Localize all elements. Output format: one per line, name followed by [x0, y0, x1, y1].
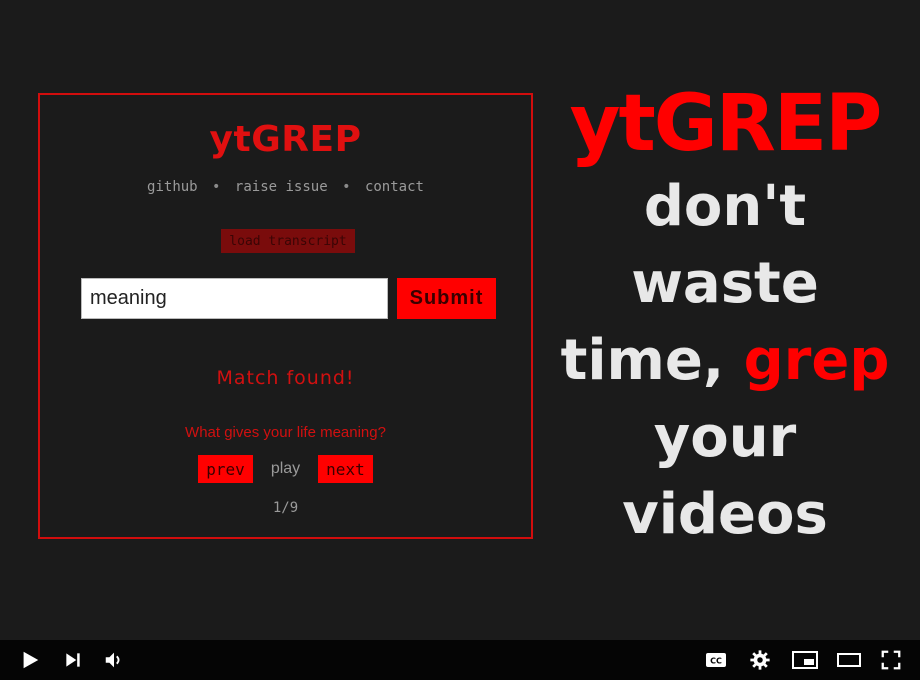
- play-icon[interactable]: [18, 648, 42, 672]
- nav-link-contact[interactable]: contact: [365, 179, 424, 195]
- next-icon[interactable]: [61, 648, 85, 672]
- prev-button[interactable]: prev: [198, 455, 253, 483]
- fullscreen-icon[interactable]: [879, 648, 903, 672]
- load-transcript-button[interactable]: load transcript: [221, 229, 355, 253]
- theater-icon[interactable]: [834, 648, 864, 672]
- promo-title: ytGREP: [569, 79, 883, 169]
- cc-label: CC: [710, 657, 722, 666]
- matched-transcript-line: What gives your life meaning?: [185, 424, 386, 441]
- nav-links: github • raise issue • contact: [40, 179, 531, 195]
- promo-line-3: time, grep: [555, 322, 895, 399]
- promo-line-1: don't: [643, 174, 807, 239]
- promo-line-5: videos: [622, 482, 828, 547]
- volume-icon[interactable]: [102, 648, 126, 672]
- promo-accent-word: grep: [743, 328, 890, 393]
- playback-controls: prev play next: [40, 455, 531, 483]
- nav-separator: •: [342, 179, 351, 195]
- app-title: ytGREP: [209, 119, 362, 160]
- miniplayer-icon[interactable]: [790, 648, 820, 672]
- cc-icon[interactable]: CC: [704, 648, 728, 672]
- match-counter: 1/9: [272, 500, 299, 516]
- promo-line-3-text: time,: [560, 328, 744, 393]
- promo-text: ytGREP don't waste time, grep your video…: [555, 80, 895, 553]
- nav-separator: •: [212, 179, 221, 195]
- video-player-controls-bar: CC: [0, 640, 920, 680]
- search-input[interactable]: meaning: [81, 278, 388, 319]
- nav-link-raise-issue[interactable]: raise issue: [235, 179, 328, 195]
- promo-line-4: your: [653, 405, 797, 470]
- status-message: Match found!: [216, 367, 355, 389]
- play-button[interactable]: play: [253, 460, 318, 478]
- nav-link-github[interactable]: github: [147, 179, 198, 195]
- promo-line-2: waste: [631, 251, 819, 316]
- ytgrep-app-panel: ytGREP github • raise issue • contact lo…: [38, 93, 533, 539]
- next-button[interactable]: next: [318, 455, 373, 483]
- settings-icon[interactable]: [748, 648, 772, 672]
- submit-button[interactable]: Submit: [397, 278, 496, 319]
